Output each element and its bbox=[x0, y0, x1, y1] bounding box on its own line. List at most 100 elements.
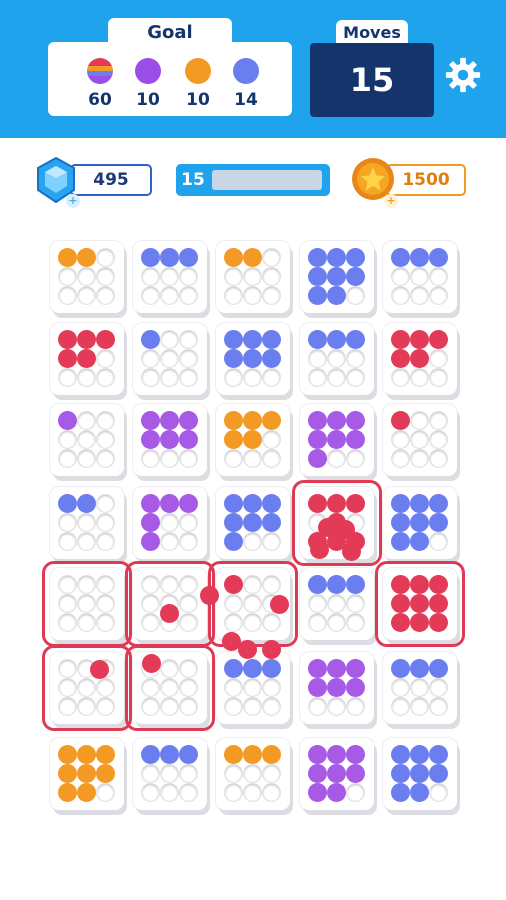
empty-hole bbox=[59, 369, 76, 386]
ball bbox=[262, 745, 281, 764]
empty-hole bbox=[180, 450, 197, 467]
ball bbox=[58, 764, 77, 783]
cell-highlight-frame bbox=[125, 645, 215, 731]
board-cell[interactable] bbox=[50, 738, 124, 810]
empty-hole bbox=[142, 784, 159, 801]
board-cell[interactable] bbox=[383, 738, 457, 810]
ball bbox=[346, 764, 365, 783]
empty-hole bbox=[97, 369, 114, 386]
empty-hole bbox=[59, 287, 76, 304]
board-cell[interactable] bbox=[300, 404, 374, 476]
empty-hole bbox=[392, 287, 409, 304]
ball bbox=[410, 745, 429, 764]
empty-hole bbox=[263, 369, 280, 386]
ball bbox=[346, 659, 365, 678]
empty-hole bbox=[59, 514, 76, 531]
empty-hole bbox=[430, 431, 447, 448]
board-cell[interactable] bbox=[300, 568, 374, 640]
empty-hole bbox=[347, 350, 364, 367]
ball bbox=[141, 494, 160, 513]
empty-hole bbox=[263, 698, 280, 715]
board-cell[interactable] bbox=[50, 241, 124, 313]
empty-hole bbox=[347, 595, 364, 612]
board-cell[interactable] bbox=[133, 487, 207, 559]
empty-hole bbox=[430, 412, 447, 429]
board-cell[interactable] bbox=[383, 652, 457, 724]
board-cell[interactable] bbox=[300, 738, 374, 810]
board-cell[interactable] bbox=[50, 487, 124, 559]
ball bbox=[391, 532, 410, 551]
ball bbox=[308, 659, 327, 678]
empty-hole bbox=[411, 698, 428, 715]
ball bbox=[391, 494, 410, 513]
empty-hole bbox=[225, 698, 242, 715]
board-cell[interactable] bbox=[300, 241, 374, 313]
board-cell[interactable] bbox=[300, 652, 374, 724]
empty-hole bbox=[225, 450, 242, 467]
empty-hole bbox=[225, 268, 242, 285]
board-cell[interactable] bbox=[50, 323, 124, 395]
empty-hole bbox=[244, 765, 261, 782]
empty-hole bbox=[142, 268, 159, 285]
empty-hole bbox=[180, 514, 197, 531]
ball bbox=[77, 349, 96, 368]
ball bbox=[410, 532, 429, 551]
ball bbox=[391, 659, 410, 678]
empty-hole bbox=[263, 268, 280, 285]
empty-hole bbox=[161, 268, 178, 285]
empty-hole bbox=[78, 412, 95, 429]
ball bbox=[308, 449, 327, 468]
board-cell[interactable] bbox=[216, 738, 290, 810]
ball bbox=[96, 330, 115, 349]
empty-hole bbox=[411, 450, 428, 467]
board-cell[interactable] bbox=[383, 404, 457, 476]
board-cell[interactable] bbox=[216, 487, 290, 559]
empty-hole bbox=[392, 679, 409, 696]
empty-hole bbox=[411, 679, 428, 696]
empty-hole bbox=[309, 614, 326, 631]
ball bbox=[77, 764, 96, 783]
ball bbox=[224, 248, 243, 267]
board-cell[interactable] bbox=[300, 323, 374, 395]
board-cell[interactable] bbox=[216, 652, 290, 724]
ball bbox=[243, 494, 262, 513]
ball bbox=[327, 659, 346, 678]
ball bbox=[327, 764, 346, 783]
cell-highlight-frame bbox=[42, 561, 132, 647]
empty-hole bbox=[328, 369, 345, 386]
ball bbox=[391, 349, 410, 368]
board-cell[interactable] bbox=[133, 404, 207, 476]
board-cell[interactable] bbox=[216, 241, 290, 313]
ball bbox=[243, 659, 262, 678]
game-board bbox=[0, 0, 506, 900]
empty-hole bbox=[430, 369, 447, 386]
board-cell[interactable] bbox=[133, 738, 207, 810]
board-cell[interactable] bbox=[133, 323, 207, 395]
ball bbox=[262, 330, 281, 349]
board-cell[interactable] bbox=[133, 241, 207, 313]
ball bbox=[327, 330, 346, 349]
empty-hole bbox=[97, 533, 114, 550]
board-cell[interactable] bbox=[383, 487, 457, 559]
ball bbox=[160, 430, 179, 449]
empty-hole bbox=[97, 784, 114, 801]
moving-ball bbox=[200, 586, 219, 605]
board-cell[interactable] bbox=[383, 241, 457, 313]
board-cell[interactable] bbox=[216, 404, 290, 476]
empty-hole bbox=[347, 614, 364, 631]
ball bbox=[141, 411, 160, 430]
ball bbox=[58, 248, 77, 267]
empty-hole bbox=[263, 533, 280, 550]
board-cell[interactable] bbox=[216, 323, 290, 395]
ball bbox=[96, 764, 115, 783]
moving-ball bbox=[336, 520, 355, 539]
ball bbox=[243, 513, 262, 532]
ball bbox=[429, 248, 448, 267]
board-cell[interactable] bbox=[50, 404, 124, 476]
board-cell[interactable] bbox=[383, 323, 457, 395]
ball bbox=[77, 494, 96, 513]
empty-hole bbox=[392, 369, 409, 386]
ball bbox=[391, 745, 410, 764]
ball bbox=[58, 494, 77, 513]
moving-ball bbox=[238, 640, 257, 659]
